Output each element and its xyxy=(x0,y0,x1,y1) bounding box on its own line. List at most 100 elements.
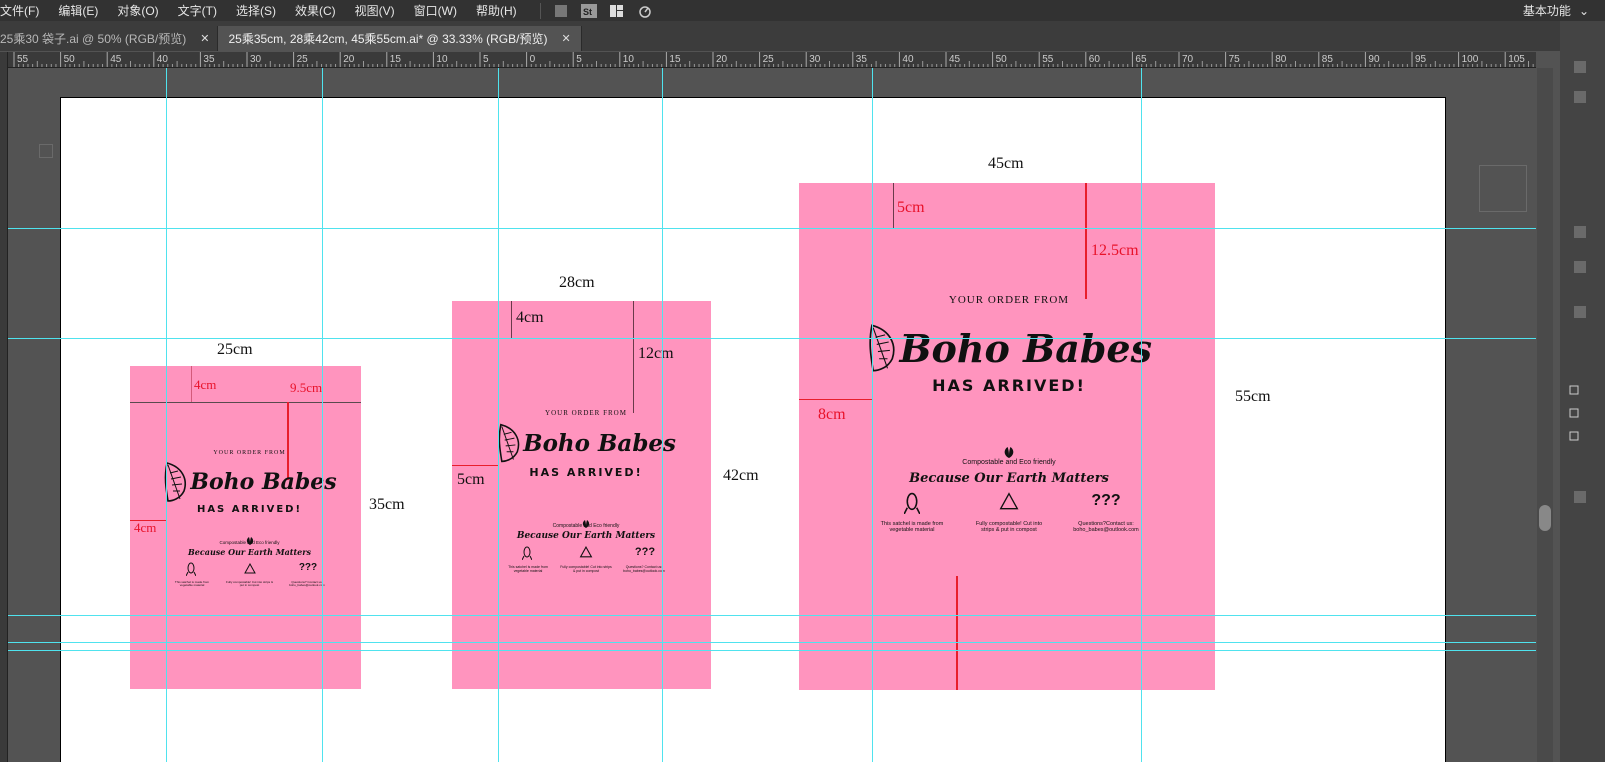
ruler-label: 90 xyxy=(1368,54,1380,65)
recycle-icon xyxy=(243,562,256,574)
guide-line-vertical[interactable] xyxy=(498,68,499,762)
ruler-label: 5 xyxy=(483,54,489,65)
fold-line xyxy=(130,402,361,403)
ruler-label: 30 xyxy=(809,54,821,65)
ruler-label: 10 xyxy=(623,54,635,65)
menu-file[interactable]: 文件(F) xyxy=(0,2,48,19)
menu-edit[interactable]: 编辑(E) xyxy=(58,2,107,19)
menu-effect[interactable]: 效果(C) xyxy=(295,2,345,19)
info-columns: ??? xyxy=(162,562,337,581)
stock-icon[interactable]: St xyxy=(580,3,597,18)
ruler-label: 25 xyxy=(763,54,775,65)
chevron-down-icon: ⌄ xyxy=(1578,3,1589,18)
guide-line-horizontal[interactable] xyxy=(8,642,1536,643)
tab-label: 25乘35cm, 28乘42cm, 45乘55cm.ai* @ 33.33% (… xyxy=(228,32,548,46)
illustrator-window: 文件(F) 编辑(E) 对象(O) 文字(T) 选择(S) 效果(C) 视图(V… xyxy=(0,0,1605,762)
ruler-label: 20 xyxy=(343,54,355,65)
ruler-label: 20 xyxy=(716,54,728,65)
menu-type[interactable]: 文字(T) xyxy=(178,2,226,19)
guide-line-vertical[interactable] xyxy=(1141,68,1142,762)
ruler-label: 65 xyxy=(1135,54,1147,65)
ruler-label: 35 xyxy=(203,54,215,65)
arrived-text: HAS ARRIVED! xyxy=(529,466,643,479)
measure-line xyxy=(633,301,634,413)
ruler-label: 55 xyxy=(17,54,29,65)
ruler-label: 95 xyxy=(1415,54,1427,65)
ruler-label: 100 xyxy=(1462,54,1479,65)
guide-line-horizontal[interactable] xyxy=(8,615,1536,616)
corn-icon xyxy=(185,562,197,577)
brand-text: Boho Babes xyxy=(899,325,1152,371)
bag-design: YOUR ORDER FROM Boho Babes HAS ARRIVED! … xyxy=(866,294,1152,534)
bag-width-label: 45cm xyxy=(988,155,1024,172)
red-dimension-label: 12.5cm xyxy=(1091,242,1139,259)
ruler-label: 10 xyxy=(436,54,448,65)
close-icon[interactable]: ✕ xyxy=(561,32,570,45)
info-column: Questions? Contact us: boho_babes@outloo… xyxy=(289,580,325,588)
corn-icon xyxy=(521,546,533,561)
artboard-corner-marker xyxy=(39,144,53,158)
ruler-label: 50 xyxy=(996,54,1008,65)
guide-line-horizontal[interactable] xyxy=(8,228,1536,229)
ruler-label: 30 xyxy=(250,54,262,65)
arrange-documents-icon[interactable] xyxy=(609,4,625,18)
menu-window[interactable]: 窗口(W) xyxy=(414,2,466,19)
workspace-switcher[interactable]: 基本功能 ⌄ xyxy=(1523,0,1589,21)
ruler-label: 45 xyxy=(110,54,122,65)
menu-select[interactable]: 选择(S) xyxy=(236,2,285,19)
order-text: YOUR ORDER FROM xyxy=(213,450,286,456)
vertical-ruler[interactable] xyxy=(0,52,8,762)
menu-object[interactable]: 对象(O) xyxy=(117,2,167,19)
arrived-text: HAS ARRIVED! xyxy=(196,504,303,515)
measure-line xyxy=(452,465,498,466)
guide-line-vertical[interactable] xyxy=(322,68,323,762)
tab-document-1[interactable]: 25乘30 袋子.ai @ 50% (RGB/预览) ✕ xyxy=(0,26,219,51)
guide-line-horizontal[interactable] xyxy=(8,338,1536,339)
menu-bar: 文件(F) 编辑(E) 对象(O) 文字(T) 选择(S) 效果(C) 视图(V… xyxy=(0,0,1605,21)
measure-line xyxy=(191,366,192,402)
because-text: Because Our Earth Matters xyxy=(909,471,1109,486)
bag-width-label: 25cm xyxy=(217,341,253,358)
corn-icon xyxy=(903,492,921,515)
red-dimension-label: 4cm xyxy=(516,309,544,326)
info-columns: ??? xyxy=(866,492,1152,519)
arrived-text: HAS ARRIVED! xyxy=(932,376,1086,395)
bag-design: YOUR ORDER FROM Boho Babes HAS ARRIVED! … xyxy=(162,450,337,588)
tab-document-2[interactable]: 25乘35cm, 28乘42cm, 45乘55cm.ai* @ 33.33% (… xyxy=(218,26,582,51)
guide-line-horizontal[interactable] xyxy=(8,650,1536,651)
ruler-label: 80 xyxy=(1275,54,1287,65)
info-text-columns: This satchel is made from vegetable mate… xyxy=(496,565,676,573)
bridge-icon[interactable] xyxy=(553,4,569,18)
right-panel-dock[interactable] xyxy=(1560,21,1605,762)
guide-line-vertical[interactable] xyxy=(872,68,873,762)
menu-help[interactable]: 帮助(H) xyxy=(476,2,526,19)
bag-height-label: 55cm xyxy=(1235,388,1271,405)
red-dimension-label: 12cm xyxy=(638,345,674,362)
order-text: YOUR ORDER FROM xyxy=(948,294,1070,306)
red-dimension-label: 5cm xyxy=(457,471,485,488)
gpu-performance-icon[interactable] xyxy=(637,4,653,18)
menu-view[interactable]: 视图(V) xyxy=(355,2,404,19)
guide-line-vertical[interactable] xyxy=(662,68,663,762)
info-columns: ??? xyxy=(496,545,676,565)
info-column: This satchel is made from vegetable mate… xyxy=(174,580,210,588)
eco-text: Compostable and Eco friendly xyxy=(962,459,1056,466)
brand-text: Boho Babes xyxy=(190,469,337,495)
ruler-label: 70 xyxy=(1182,54,1194,65)
close-icon[interactable]: ✕ xyxy=(200,32,209,45)
measure-line xyxy=(1085,183,1087,299)
horizontal-ruler[interactable]: 55 50 45 40 35 30 25 20 15 10 5 0 5 10 15 20 25 30 35 40 45 5… xyxy=(8,52,1536,68)
guide-line-vertical[interactable] xyxy=(166,68,167,762)
eco-text: Compostable and Eco friendly xyxy=(552,523,620,529)
question-marks: ??? xyxy=(298,562,318,573)
ruler-label: 5 xyxy=(576,54,582,65)
because-text: Because Our Earth Matters xyxy=(516,531,656,541)
canvas[interactable]: 25cm 35cm 4cm 9.5cm 4cm YOUR ORDER FROM … xyxy=(8,68,1536,762)
vertical-scrollbar[interactable] xyxy=(1537,68,1553,762)
question-marks: ??? xyxy=(1091,492,1121,509)
scrollbar-thumb[interactable] xyxy=(1539,505,1551,531)
ruler-label: 15 xyxy=(390,54,402,65)
ruler-label: 0 xyxy=(530,54,536,65)
ruler-label: 45 xyxy=(949,54,961,65)
ruler-label: 85 xyxy=(1322,54,1334,65)
